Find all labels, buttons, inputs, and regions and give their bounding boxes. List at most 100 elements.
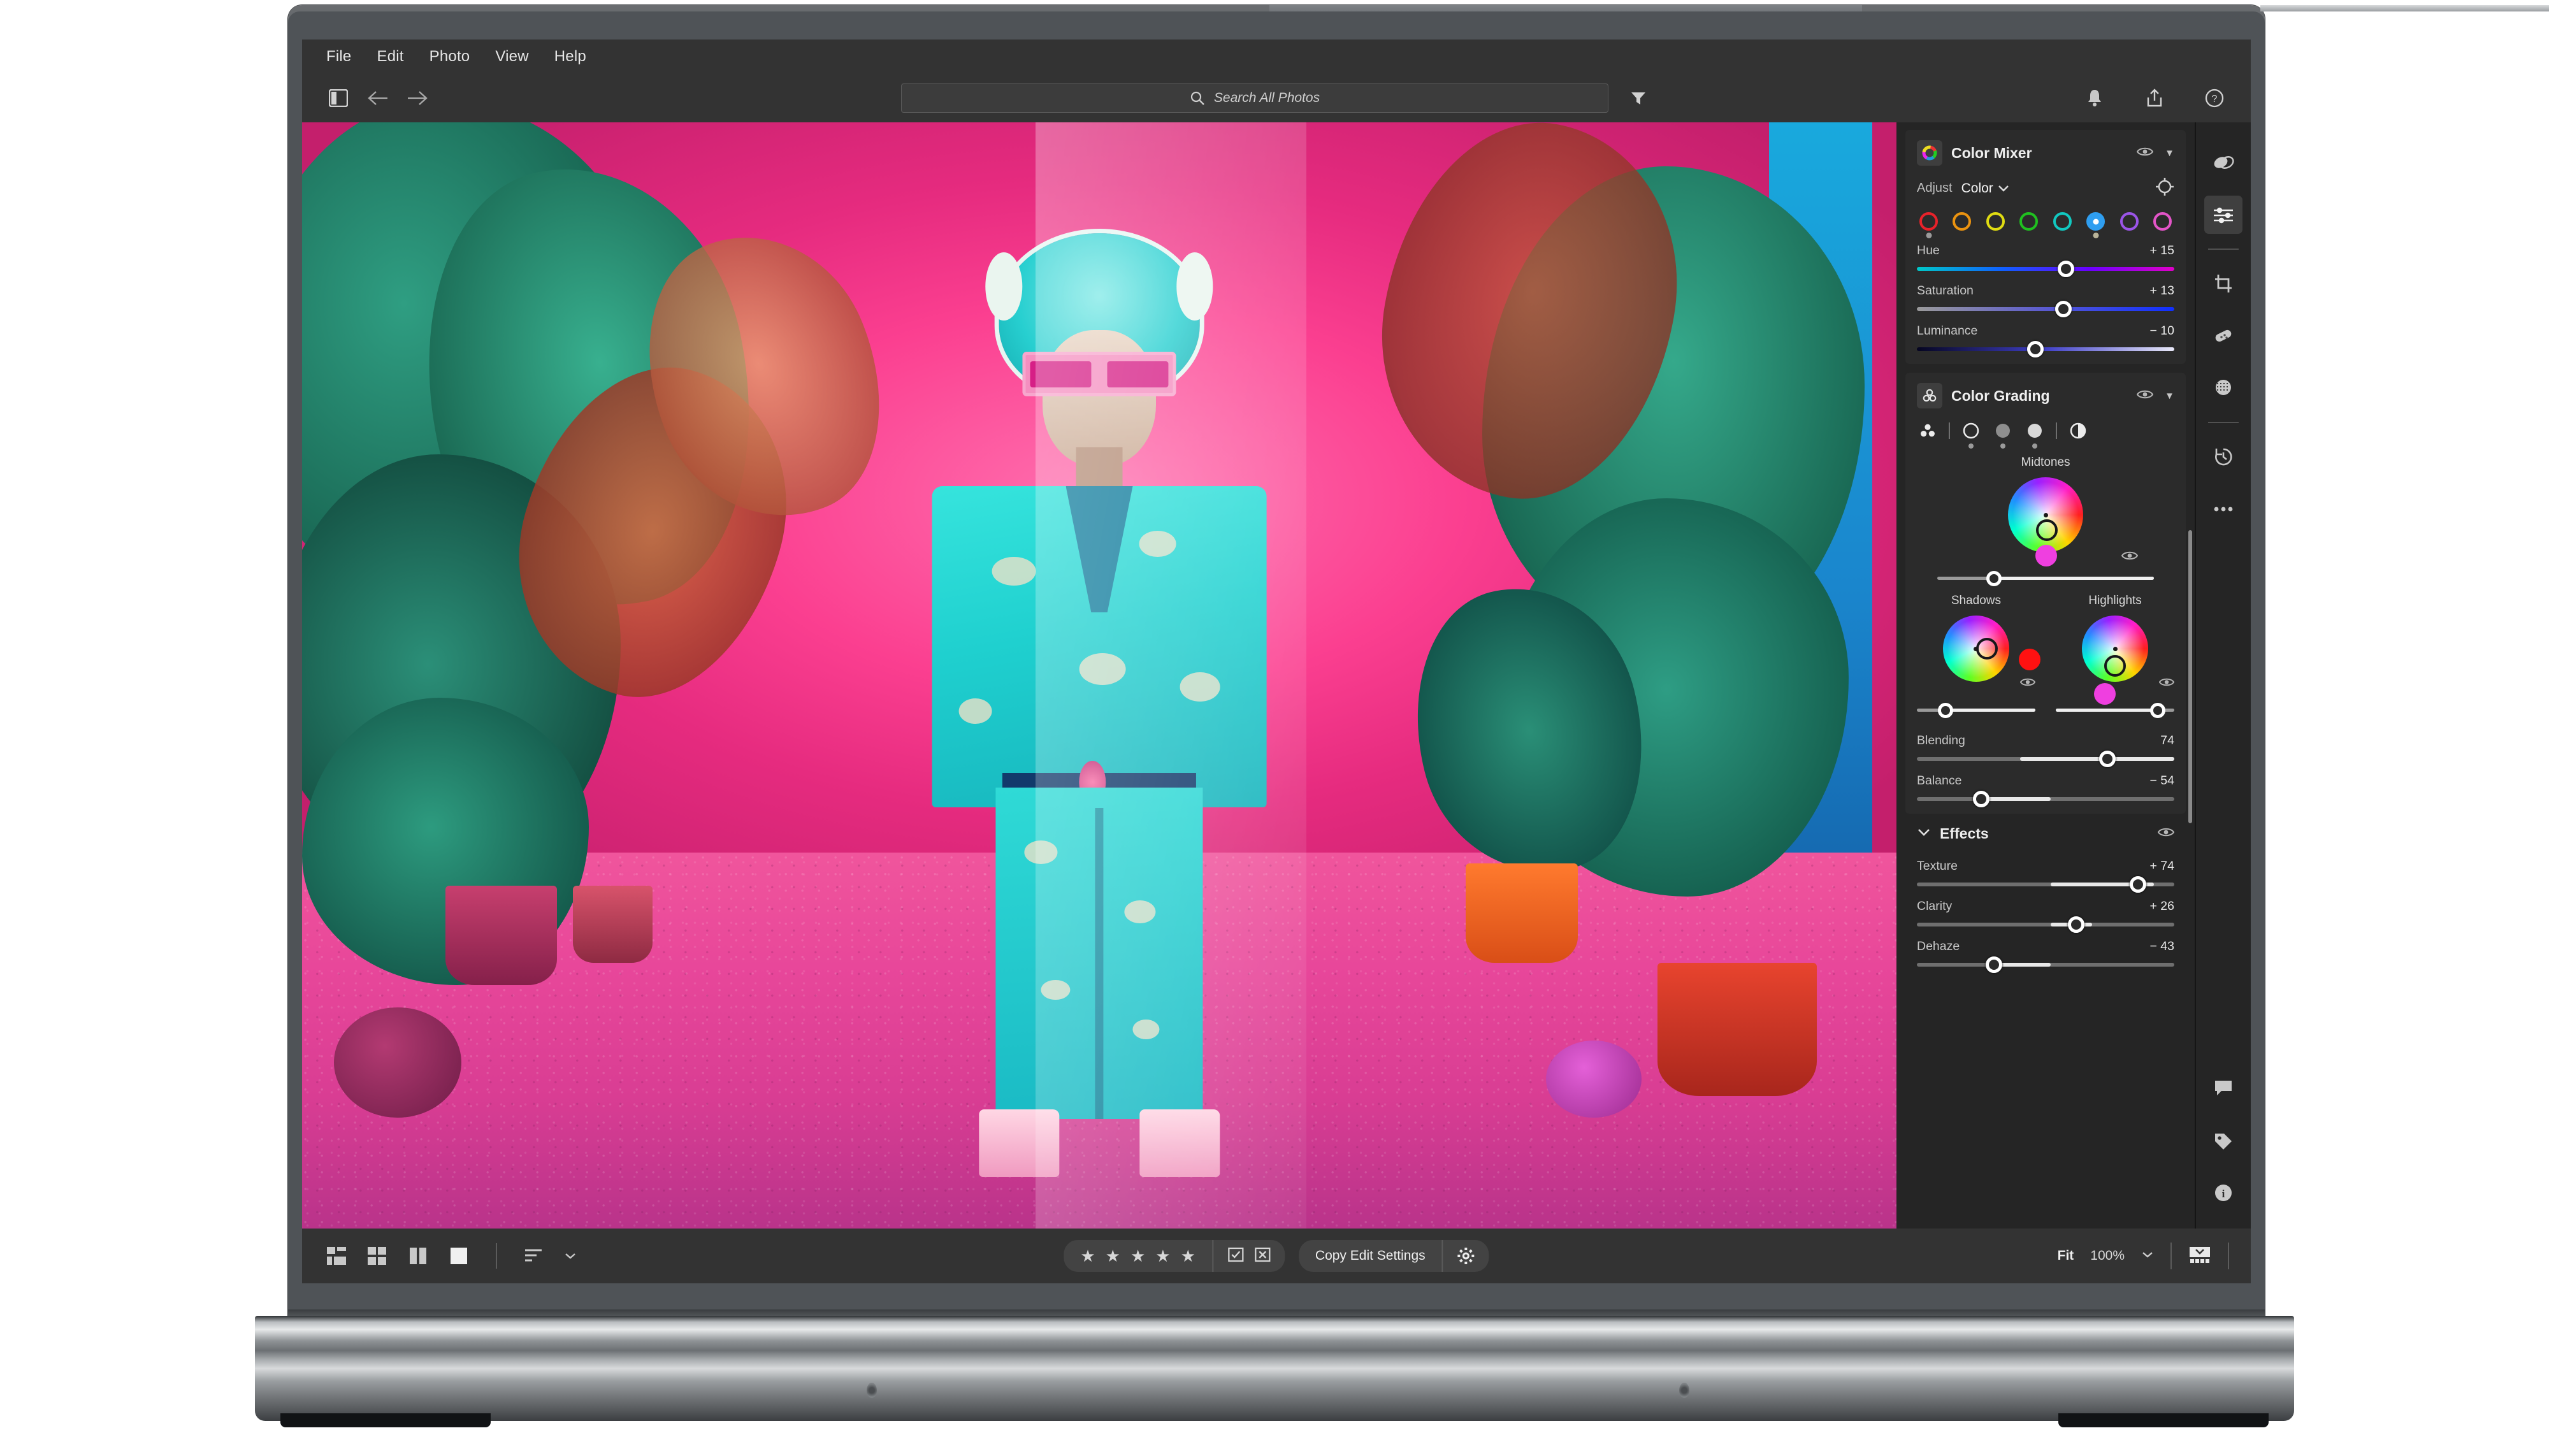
chevron-down-icon[interactable] xyxy=(2141,1250,2154,1262)
swatch-green[interactable] xyxy=(2019,212,2039,231)
star-3[interactable]: ★ xyxy=(1130,1246,1145,1266)
clarity-slider-knob[interactable] xyxy=(2068,916,2085,933)
shadows-luminance-knob[interactable] xyxy=(1937,702,1953,718)
compare-view-icon[interactable] xyxy=(405,1243,431,1269)
panel-scrollbar[interactable] xyxy=(2188,530,2192,823)
balance-slider[interactable] xyxy=(1917,791,2174,807)
star-5[interactable]: ★ xyxy=(1181,1246,1195,1266)
help-circle-icon[interactable]: ? xyxy=(2201,85,2228,112)
edit-sliders-icon[interactable] xyxy=(2204,196,2242,234)
blending-slider[interactable] xyxy=(1917,751,2174,767)
flag-pick-icon[interactable] xyxy=(1227,1246,1244,1266)
luminance-slider-knob[interactable] xyxy=(2026,341,2044,357)
highlights-luminance-slider[interactable] xyxy=(2056,702,2174,718)
arrow-right-icon[interactable] xyxy=(404,85,431,112)
more-options-icon[interactable] xyxy=(2204,490,2242,528)
menu-edit[interactable]: Edit xyxy=(377,48,403,66)
swatch-purple[interactable] xyxy=(2119,212,2139,231)
effects-header[interactable]: Effects xyxy=(1917,825,2175,842)
photo-canvas[interactable] xyxy=(302,122,1896,1229)
history-icon[interactable] xyxy=(2204,438,2242,476)
zoom-value[interactable]: 100% xyxy=(2090,1248,2125,1264)
midtones-icon[interactable] xyxy=(1992,420,2014,449)
luminance-slider[interactable] xyxy=(1917,341,2174,357)
midtones-wheel[interactable] xyxy=(2008,477,2083,552)
chevron-down-icon[interactable]: ▼ xyxy=(2165,391,2174,401)
swatch-red[interactable] xyxy=(1919,212,1938,238)
swatch-yellow[interactable] xyxy=(1986,212,2005,231)
highlights-icon[interactable] xyxy=(2024,420,2046,449)
all-wheels-icon[interactable] xyxy=(1917,420,1939,442)
copy-edit-settings-button[interactable]: Copy Edit Settings xyxy=(1299,1248,1442,1264)
masonry-grid-icon[interactable] xyxy=(324,1243,349,1269)
keywords-icon[interactable] xyxy=(2204,1121,2242,1160)
blending-slider-knob[interactable] xyxy=(2098,751,2116,767)
shadows-eye-icon[interactable] xyxy=(2019,677,2035,691)
info-icon[interactable]: i xyxy=(2204,1174,2242,1212)
shadows-wheel[interactable] xyxy=(1942,616,2009,682)
swatch-aqua[interactable] xyxy=(2053,212,2072,231)
clarity-slider[interactable] xyxy=(1917,916,2174,933)
star-2[interactable]: ★ xyxy=(1106,1246,1120,1266)
star-rating[interactable]: ★ ★ ★ ★ ★ xyxy=(1064,1246,1212,1266)
midtones-luminance-slider[interactable] xyxy=(1937,570,2154,586)
arrow-left-icon[interactable] xyxy=(365,85,391,112)
texture-slider[interactable] xyxy=(1917,876,2174,893)
single-photo-icon[interactable] xyxy=(446,1243,472,1269)
color-grading-header[interactable]: Color Grading ▼ xyxy=(1917,383,2174,408)
share-icon[interactable] xyxy=(2141,85,2168,112)
filmstrip-toggle-icon[interactable] xyxy=(2188,1245,2211,1267)
target-adjust-icon[interactable] xyxy=(2155,177,2174,199)
masking-icon[interactable] xyxy=(2204,369,2242,407)
color-mixer-header[interactable]: Color Mixer ▼ xyxy=(1917,140,2174,166)
star-1[interactable]: ★ xyxy=(1080,1246,1095,1266)
swatch-blue[interactable] xyxy=(2086,212,2105,238)
search-input[interactable]: Search All Photos xyxy=(901,83,1608,113)
highlights-wheel[interactable] xyxy=(2082,616,2149,682)
shadows-wheel-marker[interactable] xyxy=(1975,638,1998,660)
comments-icon[interactable] xyxy=(2204,1069,2242,1107)
hue-slider[interactable] xyxy=(1917,261,2174,277)
menu-file[interactable]: File xyxy=(326,48,351,66)
star-4[interactable]: ★ xyxy=(1155,1246,1170,1266)
sidebar-toggle-icon[interactable] xyxy=(325,85,352,112)
dehaze-slider-knob[interactable] xyxy=(1986,956,2003,973)
highlights-wheel-marker[interactable] xyxy=(2104,655,2127,677)
fit-label[interactable]: Fit xyxy=(2058,1248,2074,1264)
midtones-wheel-marker[interactable] xyxy=(2036,519,2058,541)
crop-rotate-icon[interactable] xyxy=(2204,264,2242,303)
filter-icon[interactable] xyxy=(1625,85,1652,112)
dehaze-slider[interactable] xyxy=(1917,956,2174,973)
chevron-down-icon[interactable] xyxy=(1917,828,1931,840)
menu-view[interactable]: View xyxy=(495,48,528,66)
square-grid-icon[interactable] xyxy=(365,1243,390,1269)
presets-icon[interactable] xyxy=(2204,143,2242,182)
texture-slider-knob[interactable] xyxy=(2130,876,2147,893)
balance-slider-knob[interactable] xyxy=(1973,791,1989,807)
chevron-down-icon[interactable] xyxy=(562,1243,579,1269)
swatch-orange[interactable] xyxy=(1953,212,1972,231)
sort-icon[interactable] xyxy=(521,1243,547,1269)
bell-icon[interactable] xyxy=(2081,85,2108,112)
shadows-icon[interactable] xyxy=(1960,420,1982,449)
shadows-luminance-slider[interactable] xyxy=(1917,702,2035,718)
saturation-slider[interactable] xyxy=(1917,301,2174,317)
saturation-slider-knob[interactable] xyxy=(2055,301,2072,317)
eye-icon[interactable] xyxy=(2136,146,2154,161)
global-icon[interactable] xyxy=(2067,420,2089,442)
highlights-eye-icon[interactable] xyxy=(2158,677,2175,691)
gear-icon[interactable] xyxy=(1443,1247,1489,1265)
menu-help[interactable]: Help xyxy=(554,48,586,66)
flag-reject-icon[interactable] xyxy=(1254,1246,1271,1266)
highlights-luminance-knob[interactable] xyxy=(2149,702,2165,718)
healing-brush-icon[interactable] xyxy=(2204,317,2242,355)
hue-slider-knob[interactable] xyxy=(2058,261,2075,277)
menu-photo[interactable]: Photo xyxy=(430,48,470,66)
adjust-mode-dropdown[interactable]: Color xyxy=(1961,181,2009,196)
midtones-eye-icon[interactable] xyxy=(2121,550,2139,565)
eye-icon[interactable] xyxy=(2136,389,2154,403)
chevron-down-icon[interactable]: ▼ xyxy=(2165,148,2174,159)
midtones-luminance-knob[interactable] xyxy=(1986,570,2002,586)
eye-icon[interactable] xyxy=(2157,826,2175,841)
swatch-magenta[interactable] xyxy=(2153,212,2172,231)
